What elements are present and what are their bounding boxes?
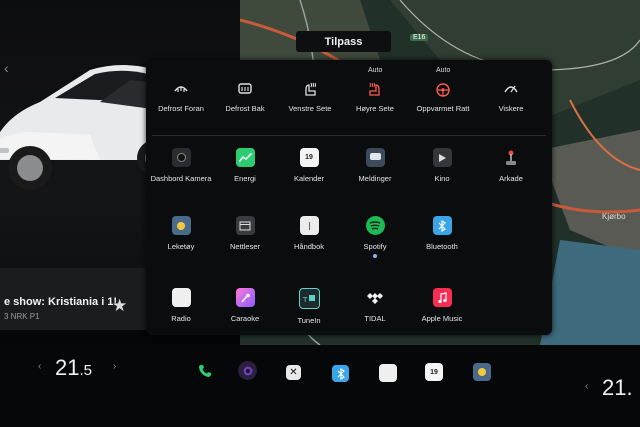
heated-steering-wheel-icon — [408, 80, 478, 98]
heated-steering-wheel-button[interactable]: Oppvarmet Ratt — [408, 80, 478, 113]
section-divider — [152, 135, 546, 136]
now-playing-title: e show: Kristiania i 1! — [4, 296, 118, 308]
bottom-dock: ‹ 21.5 › ✕ 19 ‹ 21. — [0, 345, 640, 427]
camera-icon[interactable] — [238, 361, 257, 380]
app-energy[interactable]: Energi — [209, 148, 281, 183]
seat-heater-left-button[interactable]: Venstre Sete — [275, 80, 345, 113]
customize-tab[interactable]: Tilpass — [296, 31, 391, 52]
app-label: Leketøy — [167, 242, 195, 251]
app-toybox[interactable]: Leketøy — [145, 216, 217, 251]
quick-control-label: Defrost Bak — [225, 104, 265, 113]
apple-music-icon — [432, 288, 452, 307]
app-label: Radio — [171, 314, 191, 323]
defrost-rear-icon — [210, 80, 280, 98]
app-radio[interactable]: Radio — [145, 288, 217, 323]
auto-badge: Auto — [436, 67, 451, 74]
app-browser[interactable]: Nettleser — [209, 216, 281, 251]
bluetooth-icon — [432, 216, 452, 235]
defrost-rear-button[interactable]: Defrost Bak — [210, 80, 280, 113]
app-label: Bluetooth — [426, 242, 458, 251]
joystick-icon — [502, 148, 521, 167]
wipers-button[interactable]: Viskere — [476, 80, 546, 113]
app-tidal[interactable]: TIDAL — [339, 288, 411, 323]
app-label: Kalender — [293, 174, 325, 183]
caraoke-icon — [235, 288, 255, 307]
driver-temp-decimal: .5 — [79, 362, 92, 379]
app-label: Energi — [234, 174, 256, 183]
seat-heater-left-icon — [275, 80, 345, 98]
toybox-icon[interactable] — [473, 363, 491, 381]
app-arcade[interactable]: Arkade — [475, 148, 547, 183]
quick-control-label: Defrost Foran — [158, 104, 204, 113]
theater-icon — [432, 148, 452, 167]
app-label: Meldinger — [358, 174, 392, 183]
quick-control-label: Høyre Sete — [356, 104, 394, 113]
favorite-star-icon[interactable]: ★ — [112, 296, 127, 316]
temp-down-chevron-icon[interactable]: ‹ — [38, 361, 41, 372]
tunein-icon: T — [298, 288, 320, 309]
app-label: Arkade — [499, 174, 523, 183]
dashcam-icon — [171, 148, 191, 167]
seat-heater-right-button[interactable]: Høyre Sete — [340, 80, 410, 113]
app-messages[interactable]: Meldinger — [339, 148, 411, 183]
app-calendar[interactable]: 19 Kalender — [273, 148, 345, 183]
quick-control-label: Viskere — [498, 104, 524, 113]
app-theater[interactable]: Kino — [406, 148, 478, 183]
app-label: TIDAL — [364, 314, 386, 323]
close-icon[interactable]: ✕ — [286, 365, 301, 380]
defrost-front-button[interactable]: Defrost Foran — [146, 80, 216, 113]
browser-icon — [235, 216, 255, 235]
energy-chart-icon — [235, 148, 255, 167]
app-manual[interactable]: Håndbok — [273, 216, 345, 251]
now-playing-card[interactable]: e show: Kristiania i 1! 3 NRK P1 — [0, 268, 150, 330]
defrost-front-icon — [146, 80, 216, 98]
auto-badge: Auto — [368, 67, 383, 74]
svg-text:T: T — [303, 296, 308, 303]
app-dashcam[interactable]: Dashbord Kamera — [145, 148, 217, 183]
phone-icon[interactable] — [195, 361, 214, 380]
app-label: Dashbord Kamera — [150, 174, 212, 183]
app-label: Caraoke — [230, 314, 260, 323]
app-spotify[interactable]: Spotify — [339, 216, 411, 258]
place-label: Kjørbo — [602, 212, 626, 221]
messages-icon — [365, 148, 385, 167]
app-label: Kino — [434, 174, 450, 183]
app-label: Spotify — [363, 242, 387, 251]
toybox-icon — [171, 216, 191, 235]
seat-heater-right-icon — [340, 80, 410, 98]
app-launcher: Auto Auto Defrost Foran Defrost Bak Vens… — [146, 60, 552, 335]
radio-icon[interactable] — [379, 364, 397, 382]
active-indicator — [373, 254, 377, 258]
tidal-icon — [366, 288, 385, 307]
temp-up-chevron-icon[interactable]: › — [113, 361, 116, 372]
app-label: Nettleser — [229, 242, 260, 251]
app-bluetooth[interactable]: Bluetooth — [406, 216, 478, 251]
calendar-icon[interactable]: 19 — [425, 363, 443, 381]
passenger-temperature[interactable]: 21. — [602, 375, 633, 401]
app-label: Håndbok — [293, 242, 325, 251]
spotify-icon — [365, 216, 385, 235]
radio-icon — [171, 288, 191, 307]
manual-icon — [299, 216, 319, 235]
app-apple-music[interactable]: Apple Music — [406, 288, 478, 323]
app-caraoke[interactable]: Caraoke — [209, 288, 281, 323]
driver-temp-whole: 21 — [55, 355, 80, 380]
app-tunein[interactable]: T TuneIn — [273, 288, 345, 325]
calendar-icon: 19 — [299, 148, 319, 167]
wipers-icon — [476, 80, 546, 98]
app-label: TuneIn — [297, 316, 321, 325]
quick-control-label: Oppvarmet Ratt — [416, 104, 470, 113]
quick-control-label: Venstre Sete — [288, 104, 332, 113]
driver-temperature[interactable]: 21.5 — [55, 355, 92, 381]
bluetooth-icon[interactable] — [332, 365, 349, 382]
app-label: Apple Music — [421, 314, 463, 323]
now-playing-station: 3 NRK P1 — [4, 312, 40, 321]
passenger-temp-down-chevron-icon[interactable]: ‹ — [585, 381, 588, 392]
road-label: E16 — [410, 34, 429, 41]
